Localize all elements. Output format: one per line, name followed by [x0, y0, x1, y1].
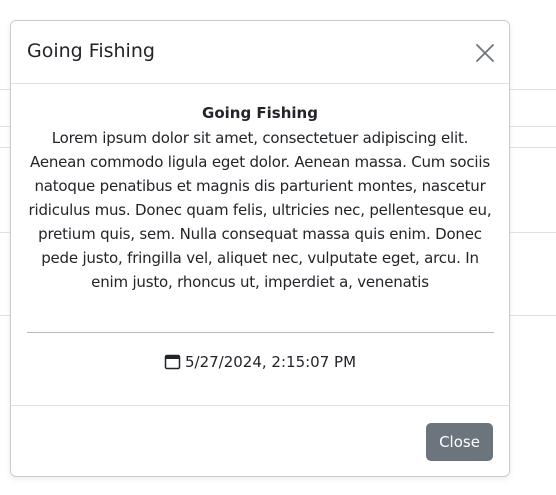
- event-title: Going Fishing: [202, 104, 318, 122]
- close-button[interactable]: Close: [426, 423, 493, 461]
- modal-body: Going Fishing Lorem ipsum dolor sit amet…: [27, 103, 493, 294]
- close-icon[interactable]: [474, 42, 496, 64]
- event-datetime-text: 5/27/2024, 2:15:07 PM: [184, 353, 357, 371]
- event-description: Lorem ipsum dolor sit amet, consectetuer…: [28, 129, 492, 291]
- modal-header: Going Fishing: [11, 21, 509, 84]
- calendar-icon: [164, 353, 181, 376]
- body-divider: [27, 332, 494, 333]
- modal-title: Going Fishing: [27, 40, 155, 62]
- event-datetime: 5/27/2024, 2:15:07 PM: [11, 351, 509, 376]
- modal-footer: Close: [11, 405, 509, 477]
- event-modal: Going Fishing Going Fishing Lorem ipsum …: [10, 20, 510, 477]
